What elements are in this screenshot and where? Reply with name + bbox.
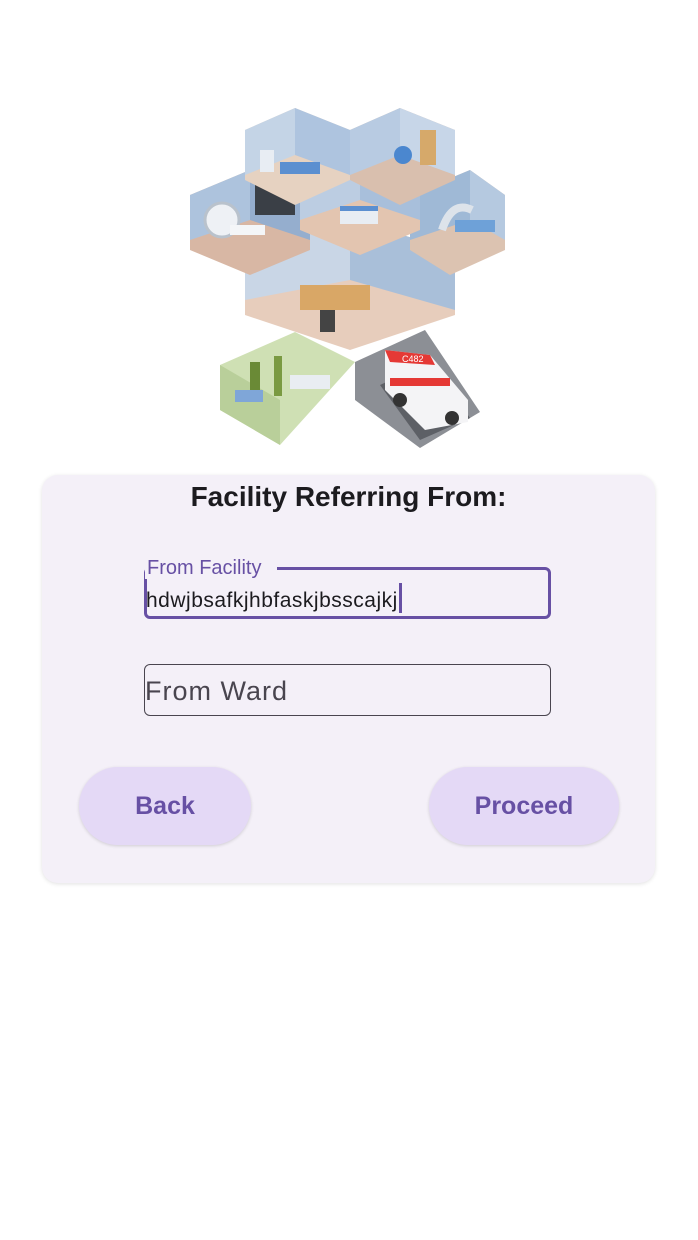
back-button-label: Back — [135, 791, 195, 820]
hospital-illustration: C482 — [180, 100, 520, 450]
from-ward-placeholder: From Ward — [145, 676, 288, 706]
referral-card: Facility Referring From: From Facility h… — [42, 475, 655, 883]
from-facility-field[interactable]: From Facility hdwjbsafkjhbfaskjbsscajkj — [144, 557, 551, 619]
back-button[interactable]: Back — [79, 767, 251, 845]
from-facility-value-wrap[interactable]: hdwjbsafkjhbfaskjbsscajkj — [146, 583, 402, 614]
ambulance-label: C482 — [402, 354, 424, 364]
text-cursor — [398, 583, 402, 613]
from-ward-field[interactable]: From Ward — [144, 664, 551, 716]
proceed-button-label: Proceed — [474, 791, 574, 820]
from-facility-value[interactable]: hdwjbsafkjhbfaskjbsscajkj — [146, 589, 398, 612]
form-title: Facility Referring From: — [190, 481, 507, 512]
from-facility-label: From Facility — [145, 557, 278, 579]
proceed-button[interactable]: Proceed — [429, 767, 619, 845]
